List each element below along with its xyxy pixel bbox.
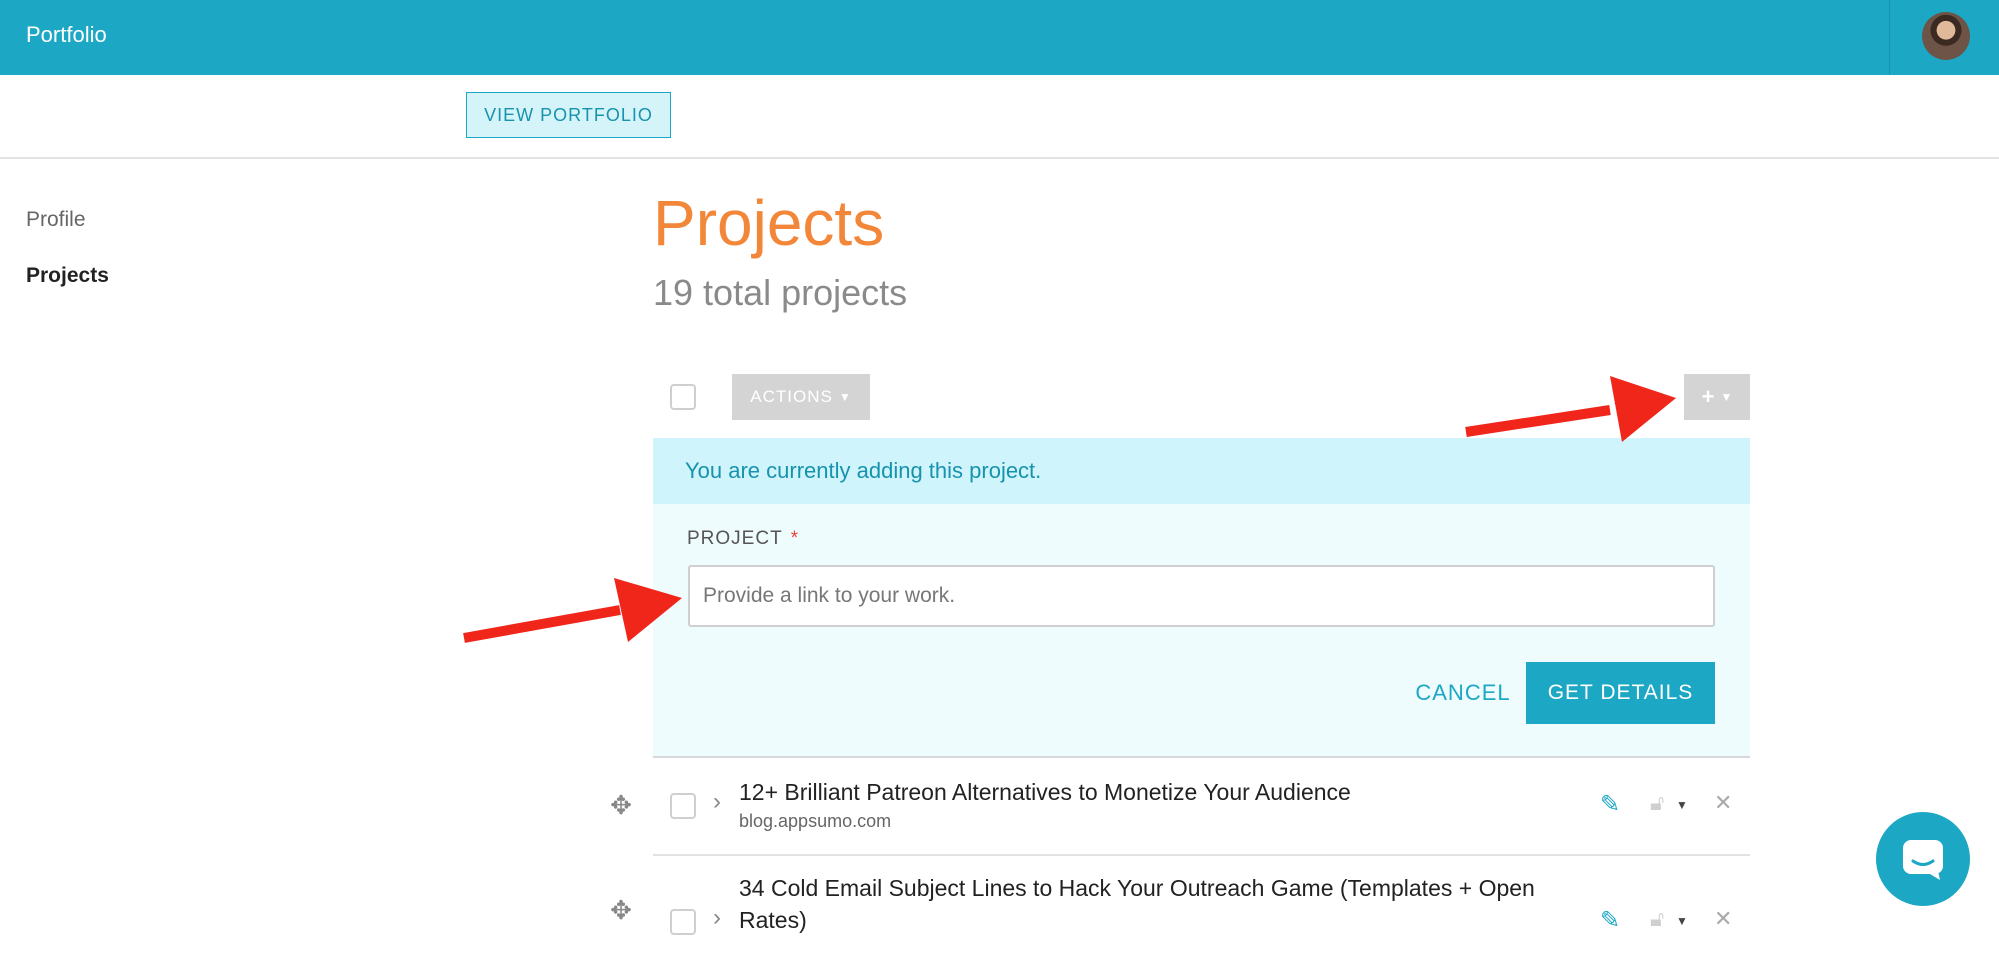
lock-icon[interactable]: 🔓︎: [1650, 906, 1664, 932]
close-icon[interactable]: ✕: [1714, 906, 1732, 932]
project-title[interactable]: 34 Cold Email Subject Lines to Hack Your…: [739, 872, 1599, 936]
actions-button[interactable]: ACTIONS ▼: [732, 374, 870, 420]
required-mark: *: [790, 528, 800, 549]
chat-launcher[interactable]: [1876, 812, 1970, 906]
project-domain: blog.appsumo.com: [739, 811, 892, 831]
table-row: ✥ › 12+ Brilliant Patreon Alternatives t…: [610, 756, 1750, 856]
pencil-icon[interactable]: ✎: [1600, 906, 1620, 935]
project-label-text: PROJECT: [687, 528, 783, 549]
move-icon[interactable]: ✥: [609, 895, 633, 925]
annotation-arrow-input: [463, 578, 682, 643]
actions-label: ACTIONS: [750, 387, 833, 406]
caret-down-icon: ▼: [838, 390, 852, 404]
project-link-input[interactable]: [688, 565, 1715, 627]
caret-down-icon: ▼: [1720, 390, 1733, 404]
lock-icon[interactable]: 🔓︎: [1650, 790, 1664, 816]
row-checkbox[interactable]: [670, 909, 696, 935]
cancel-button[interactable]: CANCEL: [1388, 662, 1538, 724]
table-row: ✥ › 34 Cold Email Subject Lines to Hack …: [610, 856, 1750, 956]
chevron-right-icon[interactable]: ›: [713, 788, 721, 816]
caret-down-icon[interactable]: ▼: [1676, 798, 1688, 812]
caret-down-icon[interactable]: ▼: [1676, 914, 1688, 928]
get-details-button[interactable]: GET DETAILS: [1526, 662, 1715, 724]
view-portfolio-button[interactable]: VIEW PORTFOLIO: [466, 92, 671, 138]
avatar[interactable]: [1922, 12, 1970, 60]
plus-icon: +: [1701, 384, 1715, 409]
move-icon[interactable]: ✥: [609, 790, 633, 820]
notice-text: You are currently adding this project.: [685, 458, 1042, 483]
sidebar-item-projects[interactable]: Projects: [26, 264, 109, 288]
close-icon[interactable]: ✕: [1714, 790, 1732, 816]
project-count: 19 total projects: [653, 272, 908, 313]
brand-title[interactable]: Portfolio: [26, 22, 107, 48]
select-all-checkbox[interactable]: [670, 384, 696, 410]
row-actions: ✎ 🔓︎ ▼ ✕: [1600, 906, 1750, 936]
sub-header: VIEW PORTFOLIO: [0, 75, 1999, 159]
pencil-icon[interactable]: ✎: [1600, 790, 1620, 819]
project-field-label: PROJECT *: [687, 528, 799, 550]
row-checkbox[interactable]: [670, 793, 696, 819]
chevron-right-icon[interactable]: ›: [713, 904, 721, 932]
topbar-divider: [1889, 0, 1890, 75]
project-title[interactable]: 12+ Brilliant Patreon Alternatives to Mo…: [739, 776, 1599, 808]
chat-icon: [1903, 840, 1943, 880]
page-title: Projects: [653, 187, 885, 259]
sidebar-item-profile[interactable]: Profile: [26, 208, 86, 232]
add-project-button[interactable]: + ▼: [1684, 374, 1750, 420]
row-actions: ✎ 🔓︎ ▼ ✕: [1600, 790, 1750, 820]
annotation-arrow-add: [1465, 376, 1676, 442]
add-project-panel: PROJECT * CANCEL GET DETAILS: [653, 504, 1750, 758]
top-bar: Portfolio: [0, 0, 1999, 75]
